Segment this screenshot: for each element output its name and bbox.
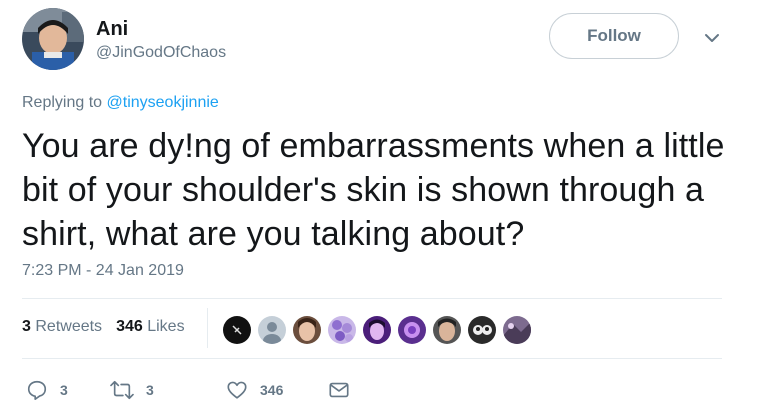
retweet-count: 3	[146, 382, 154, 398]
heart-icon	[226, 379, 248, 401]
reply-button[interactable]: 3	[26, 378, 68, 402]
display-name[interactable]: Ani	[96, 18, 128, 41]
reply-count: 3	[60, 382, 68, 398]
reply-to-handle-link[interactable]: @tinyseokjinnie	[107, 94, 219, 111]
tweet-card: Ani @JinGodOfChaos Follow Replying to @t…	[0, 0, 765, 413]
follow-button[interactable]: Follow	[549, 13, 679, 59]
chevron-down-icon[interactable]	[702, 30, 722, 46]
direct-message-button[interactable]	[328, 378, 350, 402]
likes-label: Likes	[147, 318, 185, 335]
like-count: 346	[260, 382, 284, 398]
liker-avatar[interactable]	[501, 314, 533, 346]
like-button[interactable]: 346	[226, 378, 283, 402]
retweets-count: 3	[22, 318, 31, 335]
likes-stat[interactable]: 346 Likes	[116, 318, 185, 335]
envelope-icon	[328, 379, 350, 401]
tweet-header: Ani @JinGodOfChaos Follow	[22, 8, 742, 72]
replying-to: Replying to @tinyseokjinnie	[22, 94, 219, 112]
retweet-icon	[110, 379, 134, 401]
reply-icon	[26, 379, 48, 401]
liker-avatar[interactable]	[256, 314, 288, 346]
liker-avatar[interactable]	[361, 314, 393, 346]
tweet-actions: 3 3 346	[22, 378, 422, 402]
liker-avatar[interactable]	[221, 314, 253, 346]
liker-avatar[interactable]	[326, 314, 358, 346]
stats-separator	[207, 308, 208, 348]
liker-avatar[interactable]	[466, 314, 498, 346]
user-handle[interactable]: @JinGodOfChaos	[96, 44, 226, 62]
liker-avatar[interactable]	[431, 314, 463, 346]
retweets-label: Retweets	[35, 318, 103, 335]
divider	[22, 298, 722, 299]
avatar[interactable]	[22, 8, 84, 70]
liker-avatar[interactable]	[396, 314, 428, 346]
retweets-stat[interactable]: 3 Retweets	[22, 318, 102, 335]
tweet-timestamp[interactable]: 7:23 PM - 24 Jan 2019	[22, 262, 184, 280]
tweet-stats: 3 Retweets 346 Likes	[22, 318, 185, 336]
divider	[22, 358, 722, 359]
liker-avatar[interactable]	[291, 314, 323, 346]
retweet-button[interactable]: 3	[110, 378, 154, 402]
tweet-text: You are dy!ng of embarrassments when a l…	[22, 127, 725, 253]
replying-to-label: Replying to	[22, 94, 107, 111]
likes-count: 346	[116, 318, 143, 335]
